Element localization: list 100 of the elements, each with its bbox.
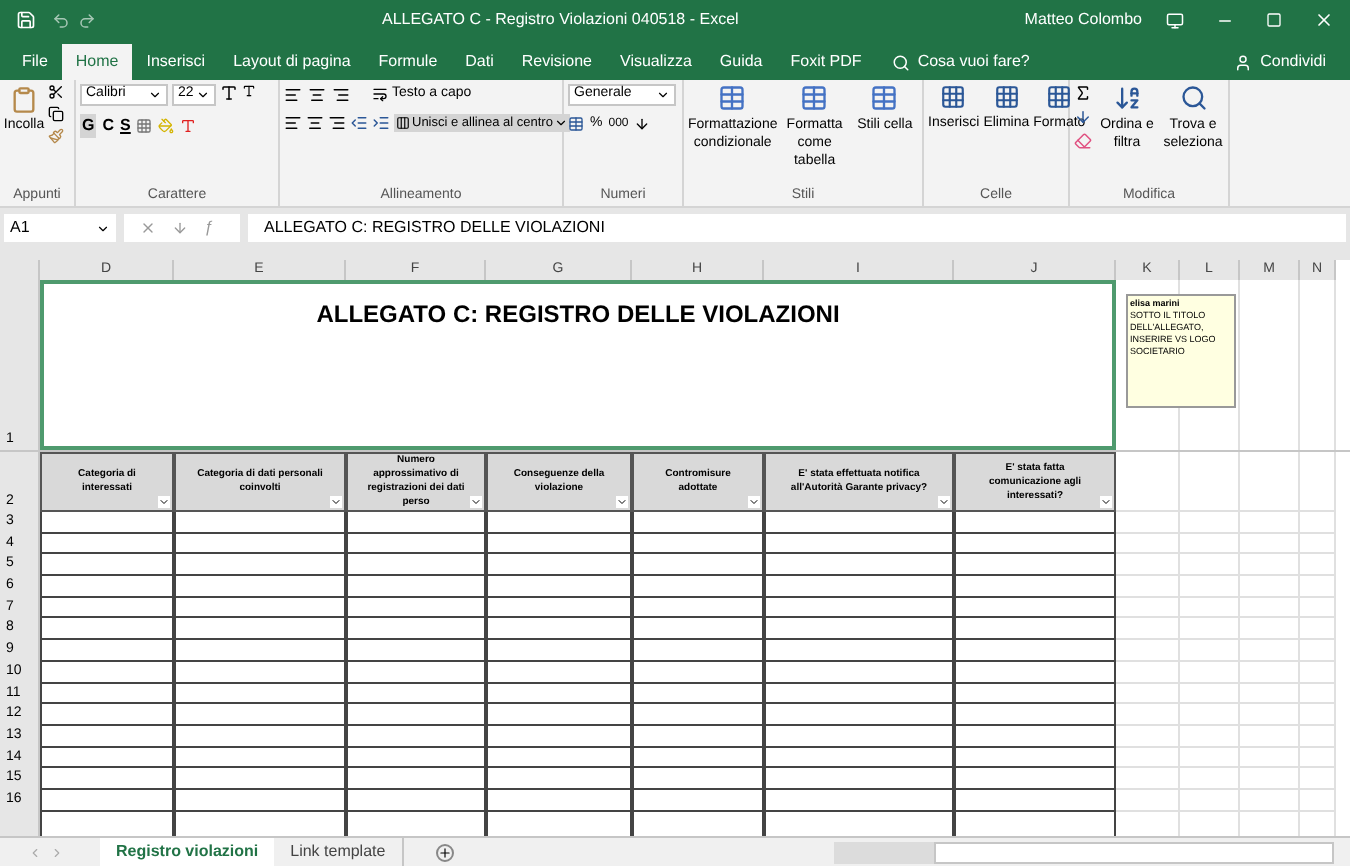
- align-right-icon[interactable]: [328, 113, 346, 132]
- save-icon[interactable]: [16, 10, 36, 30]
- table-cell: [1180, 554, 1240, 577]
- wrap-icon: [372, 86, 388, 103]
- font-color-icon[interactable]: [180, 118, 197, 134]
- add-sheet-icon[interactable]: [435, 843, 454, 861]
- table-cell: [1300, 554, 1336, 577]
- share-button[interactable]: Condividi: [1218, 44, 1342, 80]
- bold-button[interactable]: G: [80, 114, 97, 138]
- table-cell: [1180, 768, 1240, 790]
- ribbon-tab[interactable]: Layout di pagina: [219, 44, 365, 80]
- window-title: ALLEGATO C - Registro Violazioni 040518 - Excel: [381, 10, 739, 28]
- table-cell: [1240, 576, 1300, 598]
- ribbon-tab[interactable]: Revisione: [507, 44, 607, 80]
- table-cell: [346, 533, 486, 555]
- table-cell: [346, 725, 486, 748]
- filter-dropdown-icon[interactable]: [470, 496, 482, 508]
- underline-button[interactable]: S: [120, 114, 131, 138]
- table-cell: [346, 747, 486, 769]
- table-cell: [1116, 618, 1180, 641]
- filter-dropdown-icon[interactable]: [158, 496, 170, 508]
- name-box[interactable]: A1: [4, 214, 116, 242]
- table-cell: [1180, 512, 1240, 534]
- grid-icon: [940, 84, 967, 110]
- enter-icon[interactable]: [172, 220, 188, 236]
- filter-dropdown-icon[interactable]: [616, 496, 628, 508]
- sheet-tab[interactable]: Link template: [274, 838, 404, 866]
- table-cell: [1116, 768, 1180, 790]
- filter-dropdown-icon[interactable]: [1100, 496, 1112, 508]
- table-cell: [1300, 597, 1336, 619]
- table-cell: [40, 576, 174, 598]
- table-cell: [1300, 512, 1336, 534]
- table-cell: [1180, 640, 1240, 662]
- table-cell: [1116, 683, 1180, 705]
- table-cell: [1116, 533, 1180, 555]
- table-cell: [1240, 789, 1300, 812]
- grow-font-icon[interactable]: [220, 84, 238, 102]
- table-cell: [632, 789, 764, 812]
- borders-icon[interactable]: [136, 118, 153, 134]
- table-cell: [346, 512, 486, 534]
- ribbon-tab[interactable]: Inserisci: [132, 44, 220, 80]
- table-cell: [1116, 747, 1180, 769]
- align-bottom-icon[interactable]: [332, 85, 350, 104]
- shrink-font-icon[interactable]: [242, 84, 256, 98]
- fill-color-icon[interactable]: [158, 118, 175, 134]
- restore-icon[interactable]: [1266, 12, 1282, 28]
- filter-dropdown-icon[interactable]: [748, 496, 760, 508]
- italic-button[interactable]: C: [102, 114, 115, 138]
- table-cell: [632, 554, 764, 577]
- filter-dropdown-icon[interactable]: [330, 496, 342, 508]
- align-center-icon[interactable]: [306, 113, 324, 132]
- align-top-icon[interactable]: [284, 85, 302, 104]
- table-cell: [632, 725, 764, 748]
- table-cell: [40, 747, 174, 769]
- ribbon-tab[interactable]: Home: [61, 44, 133, 80]
- table-cell: [1116, 640, 1180, 662]
- table-cell: [40, 683, 174, 705]
- search-field[interactable]: Cosa vuoi fare?: [875, 44, 1046, 80]
- undo-icon[interactable]: [52, 11, 70, 29]
- table-cell: [1240, 640, 1300, 662]
- table-cell: [1300, 747, 1336, 769]
- format-painter-icon[interactable]: [48, 128, 64, 144]
- ribbon-display-icon[interactable]: [1166, 11, 1184, 29]
- ribbon-tab[interactable]: Foxit PDF: [776, 44, 876, 80]
- redo-icon[interactable]: [78, 11, 96, 29]
- horizontal-scrollbar[interactable]: [834, 841, 1334, 863]
- align-middle-icon[interactable]: [308, 85, 326, 104]
- table-cell: [40, 725, 174, 748]
- grid-icon: [993, 84, 1020, 110]
- formula-field[interactable]: ALLEGATO C: REGISTRO DELLE VIOLAZIONI: [248, 214, 1346, 242]
- sheet-tab[interactable]: Registro violazioni: [100, 838, 275, 866]
- table-cell: [1300, 725, 1336, 748]
- decrease-indent-icon[interactable]: [350, 113, 368, 132]
- align-left-icon[interactable]: [284, 113, 302, 132]
- table-cell: [1240, 768, 1300, 790]
- table-cell: [632, 747, 764, 769]
- ribbon-tab[interactable]: Formule: [364, 44, 452, 80]
- cancel-icon[interactable]: [140, 220, 156, 236]
- table-cell: [1116, 725, 1180, 748]
- ribbon-tab[interactable]: Guida: [705, 44, 777, 80]
- ribbon-tab[interactable]: File: [8, 44, 62, 80]
- ribbon-tab[interactable]: Visualizza: [606, 44, 706, 80]
- merge-icon: [396, 115, 410, 130]
- table-cell: [346, 640, 486, 662]
- table-cell: [1116, 661, 1180, 683]
- table-cell: [1240, 725, 1300, 748]
- table-cell: [1180, 683, 1240, 705]
- table-cell: [1300, 640, 1336, 662]
- copy-icon[interactable]: [48, 106, 64, 122]
- table-cell: [632, 704, 764, 726]
- caret-icon: [656, 88, 670, 102]
- filter-dropdown-icon[interactable]: [938, 496, 950, 508]
- autosum-icon[interactable]: [1074, 84, 1092, 102]
- table-cell: [1240, 452, 1300, 512]
- clear-icon[interactable]: [1074, 132, 1092, 150]
- increase-indent-icon[interactable]: [372, 113, 390, 132]
- close-icon[interactable]: [1314, 10, 1334, 30]
- cut-icon[interactable]: [48, 84, 64, 100]
- ribbon-tab[interactable]: Dati: [451, 44, 508, 80]
- table-cell: [1240, 533, 1300, 555]
